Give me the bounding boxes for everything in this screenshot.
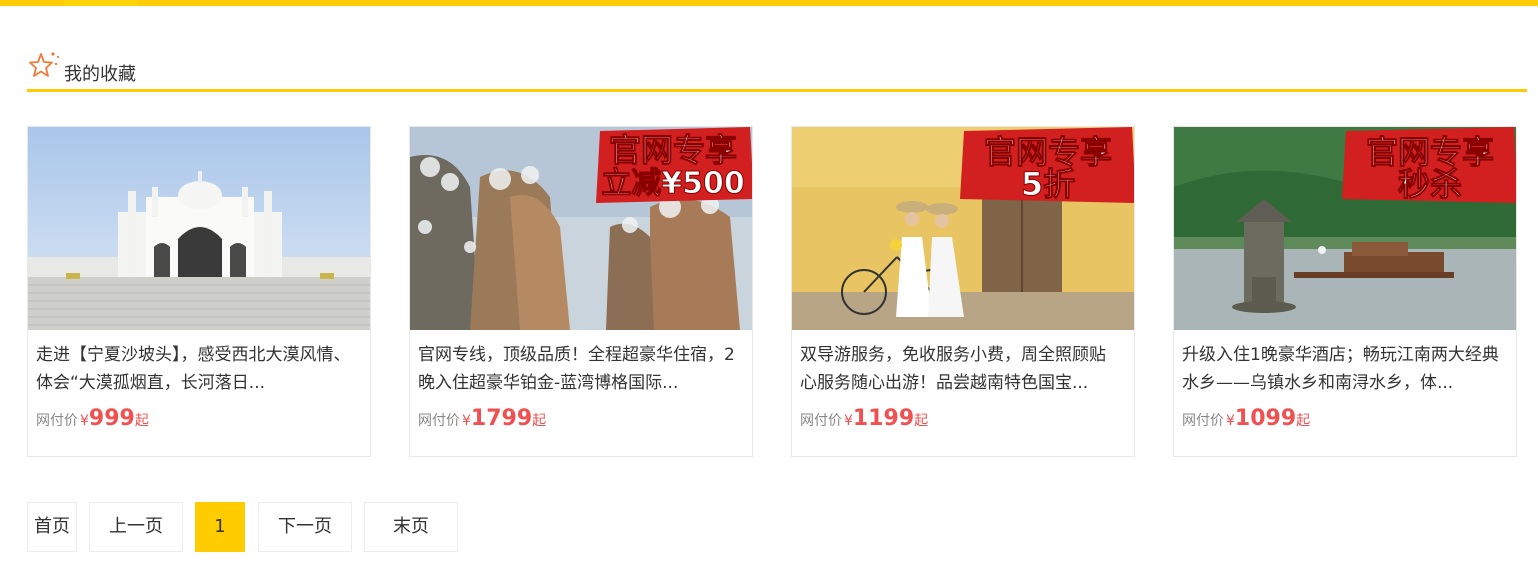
currency-symbol: ¥ <box>844 413 853 429</box>
next-page-button[interactable]: 下一页 <box>258 502 352 552</box>
product-image[interactable]: 官网专享 秒杀 <box>1174 127 1516 330</box>
price-value: 1799 <box>470 406 533 431</box>
product-description[interactable]: 升级入住1晚豪华酒店；畅玩江南两大经典水乡——乌镇水乡和南浔水乡，体... <box>1182 341 1502 397</box>
favorite-card[interactable]: 走进【宁夏沙坡头】，感受西北大漠风情、体会“大漠孤烟直，长河落日... 网付价 ¥… <box>27 126 371 457</box>
product-description[interactable]: 官网专线，顶级品质！全程超豪华住宿，2晚入住超豪华铂金-蓝湾博格国际... <box>418 341 738 397</box>
badge-line1: 官网专享 <box>609 131 737 169</box>
currency-symbol: ¥ <box>1226 413 1235 429</box>
promo-badge: 官网专享 秒杀 <box>1342 127 1516 204</box>
star-icon <box>27 50 63 80</box>
favorite-card[interactable]: 官网专享 5折 双导游服务，免收服务小费，周全照顾贴心服务随心出游！品尝越南特色… <box>791 126 1135 457</box>
price-label: 网付价 <box>418 413 460 429</box>
currency-symbol: ¥ <box>80 413 89 429</box>
price-row: 网付价 ¥1199起 <box>800 406 928 431</box>
badge-line2: 立减¥500 <box>601 166 745 201</box>
favorites-header: 我的收藏 <box>27 46 1527 92</box>
price-suffix: 起 <box>134 413 149 429</box>
product-description[interactable]: 走进【宁夏沙坡头】，感受西北大漠风情、体会“大漠孤烟直，长河落日... <box>36 341 356 397</box>
first-page-button[interactable]: 首页 <box>27 502 77 552</box>
badge-line2: 5折 <box>1021 165 1075 203</box>
price-value: 999 <box>88 406 135 431</box>
price-row: 网付价 ¥1799起 <box>418 406 546 431</box>
prev-page-button[interactable]: 上一页 <box>89 502 183 552</box>
price-suffix: 起 <box>532 413 547 429</box>
product-image[interactable]: 官网专享 5折 <box>792 127 1134 330</box>
price-value: 1099 <box>1234 406 1297 431</box>
favorite-card[interactable]: 官网专享 立减¥500 官网专线，顶级品质！全程超豪华住宿，2晚入住超豪华铂金-… <box>409 126 753 457</box>
price-row: 网付价 ¥999起 <box>36 406 149 431</box>
badge-line2: 秒杀 <box>1398 165 1462 203</box>
price-label: 网付价 <box>800 413 842 429</box>
last-page-button[interactable]: 末页 <box>364 502 458 552</box>
product-description[interactable]: 双导游服务，免收服务小费，周全照顾贴心服务随心出游！品尝越南特色国宝... <box>800 341 1120 397</box>
price-suffix: 起 <box>1296 413 1311 429</box>
currency-symbol: ¥ <box>462 413 471 429</box>
page-title: 我的收藏 <box>64 64 136 85</box>
product-image[interactable]: 官网专享 立减¥500 <box>410 127 752 330</box>
price-value: 1199 <box>852 406 915 431</box>
top-accent-segment <box>64 0 138 6</box>
promo-badge: 官网专享 5折 <box>960 127 1134 204</box>
top-accent-bar <box>0 0 1538 6</box>
price-suffix: 起 <box>914 413 929 429</box>
product-image[interactable] <box>28 127 370 330</box>
price-label: 网付价 <box>1182 413 1224 429</box>
promo-badge: 官网专享 立减¥500 <box>596 127 752 203</box>
price-label: 网付价 <box>36 413 78 429</box>
current-page-button[interactable]: 1 <box>195 502 245 552</box>
favorite-card[interactable]: 官网专享 秒杀 升级入住1晚豪华酒店；畅玩江南两大经典水乡——乌镇水乡和南浔水乡… <box>1173 126 1517 457</box>
price-row: 网付价 ¥1099起 <box>1182 406 1310 431</box>
